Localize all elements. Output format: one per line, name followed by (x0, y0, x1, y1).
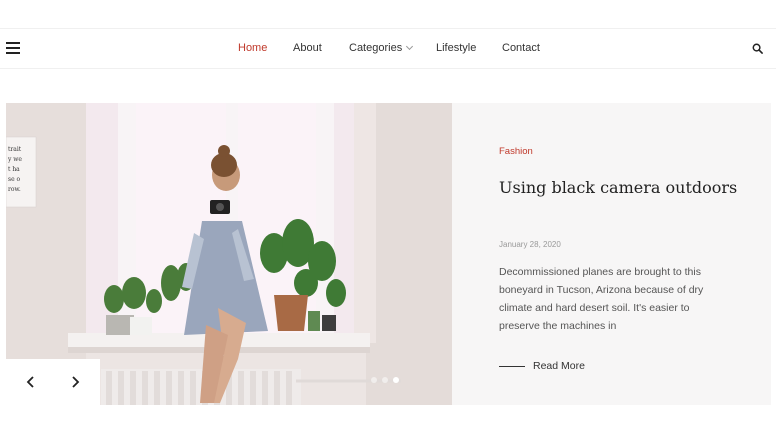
read-more-label: Read More (533, 360, 585, 372)
post-excerpt: Decommissioned planes are brought to thi… (499, 266, 704, 332)
chevron-down-icon (406, 42, 414, 51)
svg-text:t ha: t ha (8, 166, 20, 173)
search-icon[interactable] (752, 43, 763, 54)
main-navigation-bar: Home About Categories Lifestyle Contact (0, 28, 776, 69)
post-date: January 28, 2020 (499, 240, 561, 249)
nav-item-contact[interactable]: Contact (502, 42, 540, 54)
slider-arrows (6, 359, 100, 405)
chevron-left-icon[interactable] (24, 375, 38, 389)
nav-item-lifestyle[interactable]: Lifestyle (436, 42, 476, 54)
nav-item-home[interactable]: Home (238, 42, 267, 54)
svg-text:se o: se o (8, 176, 21, 183)
read-more-line (499, 365, 525, 367)
chevron-right-icon[interactable] (68, 375, 82, 389)
slider-dot-active[interactable] (393, 377, 399, 383)
post-title[interactable]: Using black camera outdoors (499, 175, 749, 201)
read-more-link[interactable]: Read More (499, 360, 585, 372)
svg-text:row.: row. (8, 186, 21, 193)
nav-item-categories-label: Categories (349, 42, 403, 54)
category-link[interactable]: Fashion (499, 146, 533, 157)
nav-item-about[interactable]: About (293, 42, 322, 54)
slider-dots (371, 377, 399, 383)
slider-dot[interactable] (371, 377, 377, 383)
nav-item-categories[interactable]: Categories (349, 42, 414, 54)
primary-nav: Home About Categories Lifestyle Contact (0, 29, 776, 68)
slider-dot[interactable] (382, 377, 388, 383)
poster-text: trait (8, 146, 22, 153)
featured-slider: trait y we t ha se o row. Fashion Using … (6, 103, 771, 405)
svg-text:y we: y we (7, 156, 22, 163)
